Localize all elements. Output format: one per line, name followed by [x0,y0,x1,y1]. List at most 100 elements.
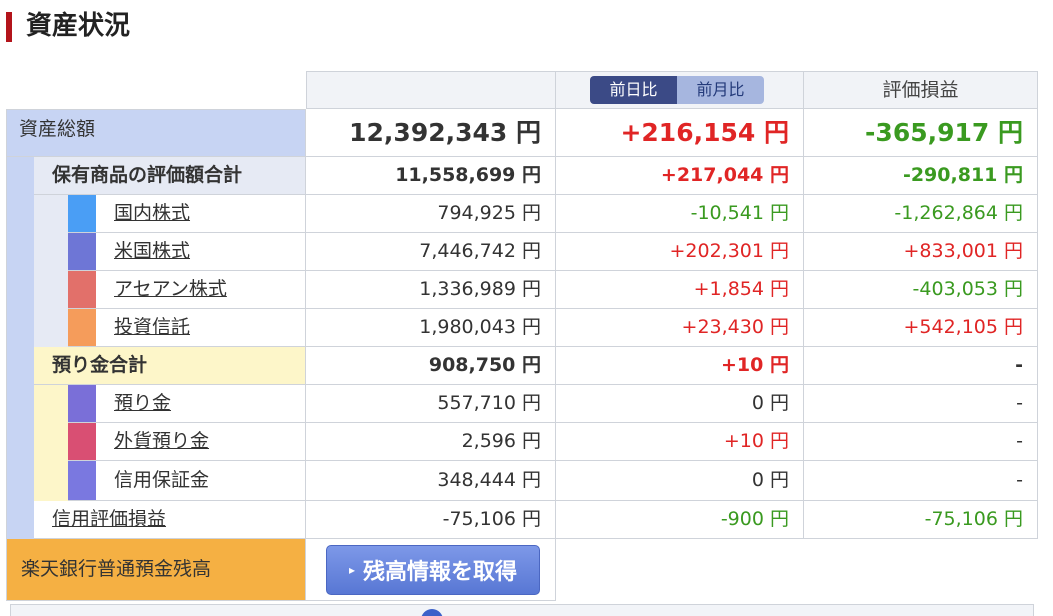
total-pl: -365,917 円 [865,118,1023,147]
margin-deposit-change-cell: 0 円 [556,461,804,501]
deposits-change-cell: +10 円 [556,347,804,385]
holdings-amount-cell: 11,558,699 円 [306,157,556,195]
domestic-stock-label-cell: 国内株式 [96,195,306,233]
fx-deposit-amount: 2,596 円 [461,430,541,452]
asean-stock-amount-cell: 1,336,989 円 [306,271,556,309]
section-header: 資産状況 [0,0,1053,58]
asean-stock-pl-cell: -403,053 円 [804,271,1038,309]
toggle-daily-button[interactable]: 前日比 [590,76,677,104]
margin-pl-link[interactable]: 信用評価損益 [52,510,166,529]
fx-deposit-color-swatch [68,423,96,461]
header-empty-cell [306,71,556,109]
mutual-fund-amount-cell: 1,980,043 円 [306,309,556,347]
margin-deposit-pl: - [1016,469,1023,491]
deposit-change-cell: 0 円 [556,385,804,423]
deposits-pl: - [1015,354,1023,376]
holdings-label: 保有商品の評価額合計 [52,164,243,186]
us-stock-amount: 7,446,742 円 [419,240,541,262]
fx-deposit-change-cell: +10 円 [556,423,804,461]
deposits-pl-cell: - [804,347,1038,385]
margin-deposit-pl-cell: - [804,461,1038,501]
holdings-side-band [34,195,68,347]
deposit-link[interactable]: 預り金 [114,394,171,413]
asean-stock-amount: 1,336,989 円 [419,278,541,300]
asean-stock-link[interactable]: アセアン株式 [114,280,227,299]
total-pl-cell: -365,917 円 [804,109,1038,157]
margin-deposit-label: 信用保証金 [114,469,210,491]
domestic-stock-amount: 794,925 円 [437,202,541,224]
asean-stock-pl: -403,053 円 [912,278,1023,300]
bank-label: 楽天銀行普通預金残高 [21,558,212,580]
us-stock-link[interactable]: 米国株式 [114,242,190,261]
deposit-pl: - [1016,392,1023,414]
fx-deposit-pl-cell: - [804,423,1038,461]
deposit-amount-cell: 557,710 円 [306,385,556,423]
margin-deposit-amount-cell: 348,444 円 [306,461,556,501]
asean-stock-change-cell: +1,854 円 [556,271,804,309]
fx-deposit-link[interactable]: 外貨預り金 [114,432,209,451]
margin-deposit-change: 0 円 [751,469,789,491]
total-side-band [6,157,34,539]
domestic-stock-pl-cell: -1,262,864 円 [804,195,1038,233]
us-stock-change: +202,301 円 [669,240,789,262]
domestic-stock-change: -10,541 円 [690,202,789,224]
mutual-fund-change: +23,430 円 [681,316,789,338]
asset-table: 前日比 前月比 評価損益 資産総額 12,392,343 円 +216,154 … [6,71,1038,616]
domestic-stock-change-cell: -10,541 円 [556,195,804,233]
total-change: +216,154 円 [620,118,789,147]
us-stock-amount-cell: 7,446,742 円 [306,233,556,271]
deposit-amount: 557,710 円 [437,392,541,414]
holdings-change-cell: +217,044 円 [556,157,804,195]
fx-deposit-pl: - [1016,430,1023,452]
mutual-fund-label-cell: 投資信託 [96,309,306,347]
deposits-side-band [34,385,68,501]
holdings-change: +217,044 円 [660,164,789,186]
domestic-stock-pl: -1,262,864 円 [894,202,1023,224]
mutual-fund-pl-cell: +542,105 円 [804,309,1038,347]
margin-pl-amount-cell: -75,106 円 [306,501,556,539]
margin-pl-amount: -75,106 円 [442,508,541,530]
holdings-amount: 11,558,699 円 [395,164,541,186]
domestic-stock-link[interactable]: 国内株式 [114,204,190,223]
us-stock-label-cell: 米国株式 [96,233,306,271]
deposits-amount: 908,750 円 [428,354,541,376]
us-stock-pl-cell: +833,001 円 [804,233,1038,271]
deposit-label-cell: 預り金 [96,385,306,423]
fetch-balance-label: 残高情報を取得 [363,560,518,585]
mutual-fund-link[interactable]: 投資信託 [114,318,190,337]
total-label: 資産総額 [19,118,96,140]
total-label-cell: 資産総額 [6,109,306,157]
deposits-change: +10 円 [721,354,789,376]
margin-pl-value: -75,106 円 [924,508,1023,530]
deposit-color-swatch [68,385,96,423]
total-change-cell: +216,154 円 [556,109,804,157]
asean-stock-label-cell: アセアン株式 [96,271,306,309]
deposits-label: 預り金合計 [52,354,148,376]
deposits-label-cell: 預り金合計 [34,347,306,385]
total-amount-cell: 12,392,343 円 [306,109,556,157]
total-amount: 12,392,343 円 [349,118,541,147]
domestic-stock-amount-cell: 794,925 円 [306,195,556,233]
us-stock-color-swatch [68,233,96,271]
header-eval-pl-cell: 評価損益 [804,71,1038,109]
page-title: 資産状況 [26,11,131,41]
margin-deposit-amount: 348,444 円 [437,469,541,491]
toggle-monthly-button[interactable]: 前月比 [677,76,764,104]
holdings-label-cell: 保有商品の評価額合計 [34,157,306,195]
deposit-change: 0 円 [751,392,789,414]
mutual-fund-color-swatch [68,309,96,347]
header-change-cell: 前日比 前月比 [556,71,804,109]
margin-pl-value-cell: -75,106 円 [804,501,1038,539]
info-icon [421,609,443,616]
mutual-fund-pl: +542,105 円 [903,316,1023,338]
us-stock-change-cell: +202,301 円 [556,233,804,271]
margin-pl-change-cell: -900 円 [556,501,804,539]
footer-panel [10,604,1034,616]
margin-pl-change: -900 円 [720,508,789,530]
comparison-toggle: 前日比 前月比 [590,76,764,104]
fetch-balance-button[interactable]: ▸ 残高情報を取得 [326,545,540,595]
margin-deposit-color-swatch [68,461,96,501]
header-eval-pl-label: 評価損益 [882,78,959,101]
margin-deposit-label-cell: 信用保証金 [96,461,306,501]
mutual-fund-change-cell: +23,430 円 [556,309,804,347]
